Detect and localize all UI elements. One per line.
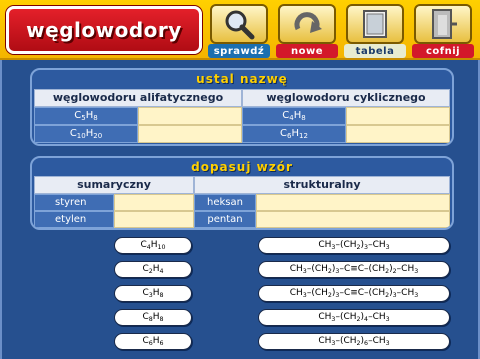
formula-pill[interactable]: CH3–(CH2)3–C≡C–(CH2)3–CH3 — [258, 285, 450, 302]
formula-text: C8H8 — [142, 312, 164, 323]
panel-title: dopasuj wzór — [191, 160, 293, 174]
answer-field[interactable] — [114, 194, 194, 211]
formula-pill[interactable]: C8H8 — [114, 309, 192, 326]
nav-label-sprawdz[interactable]: sprawdź — [208, 44, 270, 58]
formula-text: C2H4 — [142, 264, 164, 275]
app-logo: węglowodory — [6, 6, 202, 54]
answer-field[interactable] — [346, 125, 450, 143]
top-bar: węglowodory sprawdź nowe tabela cofnij — [0, 0, 480, 60]
answer-field[interactable] — [138, 107, 242, 125]
formula-pill[interactable]: C2H4 — [114, 261, 192, 278]
compound-label: heksan — [194, 194, 256, 211]
formula-text: CH3–(CH2)3–CH3 — [318, 240, 390, 251]
formula-text: C10H20 — [69, 128, 103, 140]
formula-pill[interactable]: C4H10 — [114, 237, 192, 254]
formula-pill[interactable]: C3H8 — [114, 285, 192, 302]
formula-text: CH3–(CH2)3–C≡C–(CH2)3–CH3 — [289, 288, 419, 299]
main-area: ustal nazwę węglowodoru alifatycznego wę… — [0, 60, 480, 359]
nav-label-nowe[interactable]: nowe — [276, 44, 338, 58]
formula-text: CH3–(CH2)3–C≡C–(CH2)2–CH3 — [289, 264, 419, 275]
formula-pill[interactable]: CH3–(CH2)6–CH3 — [258, 333, 450, 350]
column-header-alifatycznego: węglowodoru alifatycznego — [34, 89, 242, 107]
nav-label-tabela[interactable]: tabela — [344, 44, 406, 58]
panel-title: ustal nazwę — [196, 72, 288, 86]
answer-field[interactable] — [114, 211, 194, 228]
answer-field[interactable] — [256, 194, 450, 211]
formula-pill[interactable]: C6H6 — [114, 333, 192, 350]
answer-field[interactable] — [138, 125, 242, 143]
formula-text: C4H10 — [140, 240, 166, 251]
formula-label: C6H12 — [242, 125, 346, 143]
cofnij-button[interactable] — [414, 4, 472, 44]
answer-field[interactable] — [256, 211, 450, 228]
formula-text: C6H6 — [142, 336, 164, 347]
sprawdz-button[interactable] — [210, 4, 268, 44]
formula-label: C4H8 — [242, 107, 346, 125]
panel-dopasuj-wzor: dopasuj wzór sumaryczny strukturalny sty… — [30, 156, 454, 230]
compound-label: etylen — [34, 211, 114, 228]
column-header-cyklicznego: węglowodoru cyklicznego — [242, 89, 450, 107]
panel-ustal-nazwe: ustal nazwę węglowodoru alifatycznego wę… — [30, 68, 454, 146]
answer-field[interactable] — [346, 107, 450, 125]
app-title: węglowodory — [26, 18, 182, 42]
compound-label: pentan — [194, 211, 256, 228]
formula-pill[interactable]: CH3–(CH2)4–CH3 — [258, 309, 450, 326]
tabela-button[interactable] — [346, 4, 404, 44]
column-header-sumaryczny: sumaryczny — [34, 176, 194, 194]
formula-text: C3H8 — [142, 288, 164, 299]
formula-label: C5H8 — [34, 107, 138, 125]
formula-text: CH3–(CH2)4–CH3 — [318, 312, 390, 323]
window-icon — [363, 10, 387, 38]
formula-text: C4H8 — [282, 110, 306, 122]
formula-text: C6H12 — [280, 128, 308, 140]
compound-label: styren — [34, 194, 114, 211]
magnifier-icon — [225, 10, 255, 40]
formula-pill[interactable]: CH3–(CH2)3–C≡C–(CH2)2–CH3 — [258, 261, 450, 278]
door-exit-icon — [432, 9, 457, 39]
formula-text: CH3–(CH2)6–CH3 — [318, 336, 390, 347]
nav-label-cofnij[interactable]: cofnij — [412, 44, 474, 58]
refresh-arrow-icon — [294, 12, 322, 33]
formula-pill[interactable]: CH3–(CH2)3–CH3 — [258, 237, 450, 254]
formula-text: C5H8 — [74, 110, 98, 122]
formula-label: C10H20 — [34, 125, 138, 143]
nowe-button[interactable] — [278, 4, 336, 44]
column-header-strukturalny: strukturalny — [194, 176, 450, 194]
